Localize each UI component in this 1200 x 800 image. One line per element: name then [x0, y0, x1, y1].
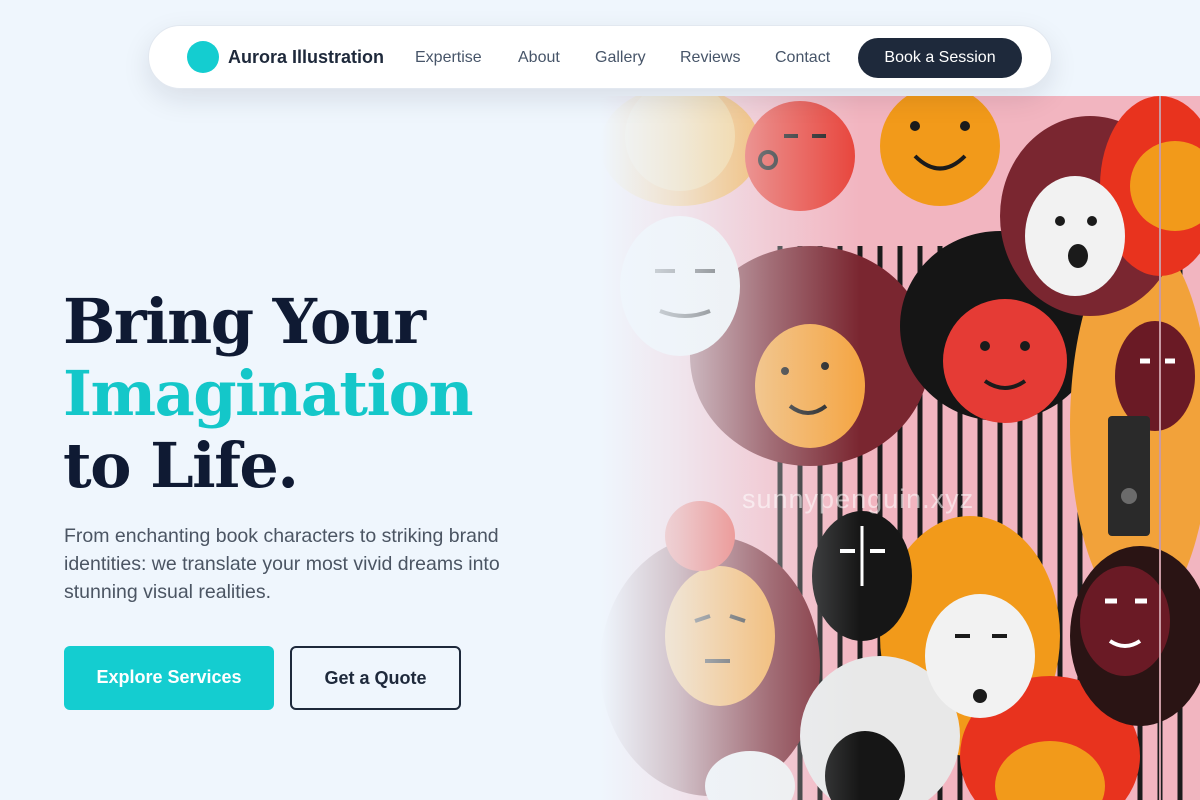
nav-link-contact[interactable]: Contact — [775, 48, 830, 68]
top-navigation: Aurora Illustration Expertise About Gall… — [148, 25, 1052, 89]
book-session-button[interactable]: Book a Session — [858, 38, 1022, 78]
hero-headline: Bring Your Imagination to Life. — [63, 285, 474, 502]
nav-link-about[interactable]: About — [518, 48, 560, 68]
hero-illustration-image: sunnypenguin.xyz — [600, 96, 1200, 800]
brand-logo-icon[interactable] — [187, 41, 219, 73]
brand-name[interactable]: Aurora Illustration — [228, 46, 384, 68]
headline-line-3: to Life. — [63, 429, 299, 502]
headline-line-2-accent: Imagination — [63, 357, 474, 430]
nav-link-expertise[interactable]: Expertise — [415, 48, 482, 68]
hero-subtitle: From enchanting book characters to strik… — [64, 525, 500, 603]
headline-line-1: Bring Your — [63, 285, 426, 358]
get-quote-button[interactable]: Get a Quote — [290, 646, 461, 710]
explore-services-button[interactable]: Explore Services — [64, 646, 274, 710]
image-watermark: sunnypenguin.xyz — [742, 484, 975, 514]
nav-link-gallery[interactable]: Gallery — [595, 48, 646, 68]
nav-link-reviews[interactable]: Reviews — [680, 48, 740, 68]
